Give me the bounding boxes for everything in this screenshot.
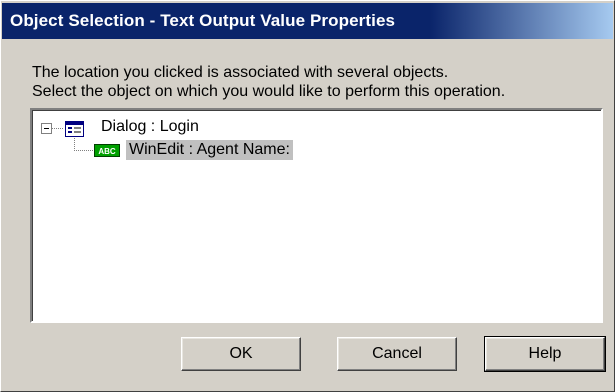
title-bar[interactable]: Object Selection - Text Output Value Pro…: [2, 3, 613, 39]
window-title: Object Selection - Text Output Value Pro…: [10, 11, 396, 30]
tree-node-dialog-login[interactable]: Dialog : Login: [101, 118, 199, 136]
object-tree[interactable]: ABC Dialog : Login WinEdit : Agent Name:: [30, 108, 603, 323]
message-line-2: Select the object on which you would lik…: [32, 83, 506, 100]
ok-button[interactable]: OK: [181, 337, 301, 371]
tree-lines: ABC: [41, 121, 120, 157]
help-button[interactable]: Help: [484, 336, 606, 372]
edit-field-abc-icon: ABC: [94, 144, 120, 157]
tree-node-winedit-agent-name[interactable]: WinEdit : Agent Name:: [126, 140, 293, 160]
message-line-1: The location you clicked is associated w…: [32, 64, 449, 81]
object-selection-dialog: Object Selection - Text Output Value Pro…: [0, 0, 615, 392]
cancel-button[interactable]: Cancel: [337, 337, 457, 371]
dialog-window-icon: [65, 121, 84, 137]
collapse-toggle-icon[interactable]: [41, 123, 52, 134]
edit-field-icon-text: ABC: [98, 147, 116, 156]
